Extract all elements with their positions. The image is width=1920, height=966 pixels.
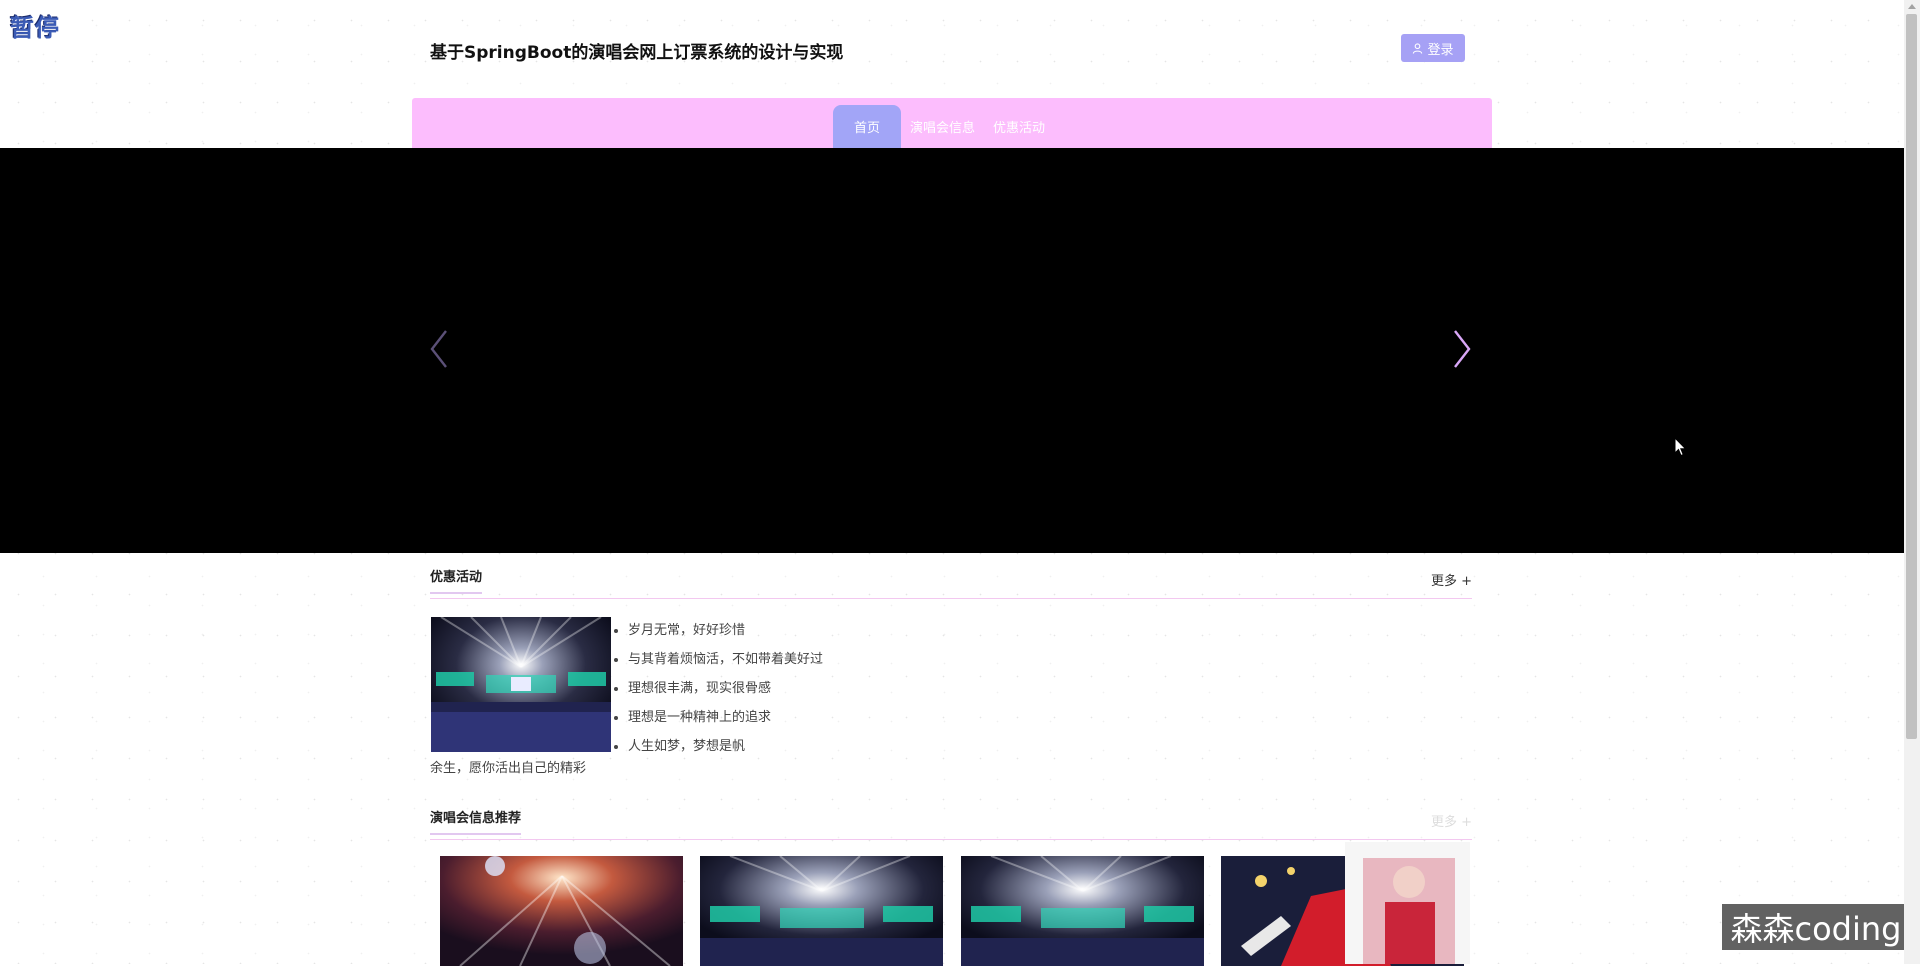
login-label: 登录: [1427, 42, 1454, 58]
concerts-title: 演唱会信息推荐: [430, 807, 522, 835]
user-icon: [1413, 42, 1423, 54]
promotion-list: 岁月无常，好好珍惜 与其背着烦恼活，不如带着美好过 理想很丰满，现实很骨感 理想…: [614, 618, 823, 763]
concerts-more-link[interactable]: 更多 +: [1431, 811, 1472, 830]
pause-badge[interactable]: 暂停: [10, 8, 60, 43]
nav-item-concerts[interactable]: 演唱会信息: [901, 105, 984, 148]
promotion-item[interactable]: 人生如梦，梦想是帆: [628, 734, 823, 763]
nav-items: 首页 演唱会信息 优惠活动: [833, 105, 1054, 148]
site-title: 基于SpringBoot的演唱会网上订票系统的设计与实现: [430, 43, 844, 63]
promotions-more-link[interactable]: 更多 +: [1431, 570, 1472, 589]
floating-preview-popup[interactable]: [1345, 842, 1470, 964]
concert-card[interactable]: [700, 856, 943, 966]
nav-item-home[interactable]: 首页: [833, 105, 902, 148]
chevron-right-icon[interactable]: [1443, 323, 1477, 375]
chevron-left-icon[interactable]: [424, 323, 458, 375]
banner-carousel: [0, 148, 1904, 553]
promotion-item-tail[interactable]: 余生，愿你活出自己的精彩: [430, 757, 586, 776]
main-navbar: 首页 演唱会信息 优惠活动: [412, 98, 1492, 148]
login-button[interactable]: 登录: [1401, 34, 1465, 62]
nav-item-promotions[interactable]: 优惠活动: [984, 105, 1054, 148]
watermark: 森森coding: [1722, 904, 1910, 950]
mouse-cursor-icon: [1674, 437, 1687, 457]
promotion-item[interactable]: 岁月无常，好好珍惜: [628, 618, 823, 647]
scrollbar-thumb[interactable]: [1906, 14, 1917, 739]
promotions-title: 优惠活动: [430, 566, 483, 594]
promotions-section-header: 优惠活动 更多 +: [430, 566, 1472, 599]
promotion-image[interactable]: [431, 617, 611, 752]
concert-card[interactable]: [961, 856, 1204, 966]
concerts-section-header: 演唱会信息推荐 更多 +: [430, 807, 1472, 840]
concert-card[interactable]: [440, 856, 683, 966]
scroll-up-arrow-icon[interactable]: [1908, 4, 1916, 9]
promotion-item[interactable]: 理想很丰满，现实很骨感: [628, 676, 823, 705]
promotion-item[interactable]: 与其背着烦恼活，不如带着美好过: [628, 647, 823, 676]
promotion-item[interactable]: 理想是一种精神上的追求: [628, 705, 823, 734]
